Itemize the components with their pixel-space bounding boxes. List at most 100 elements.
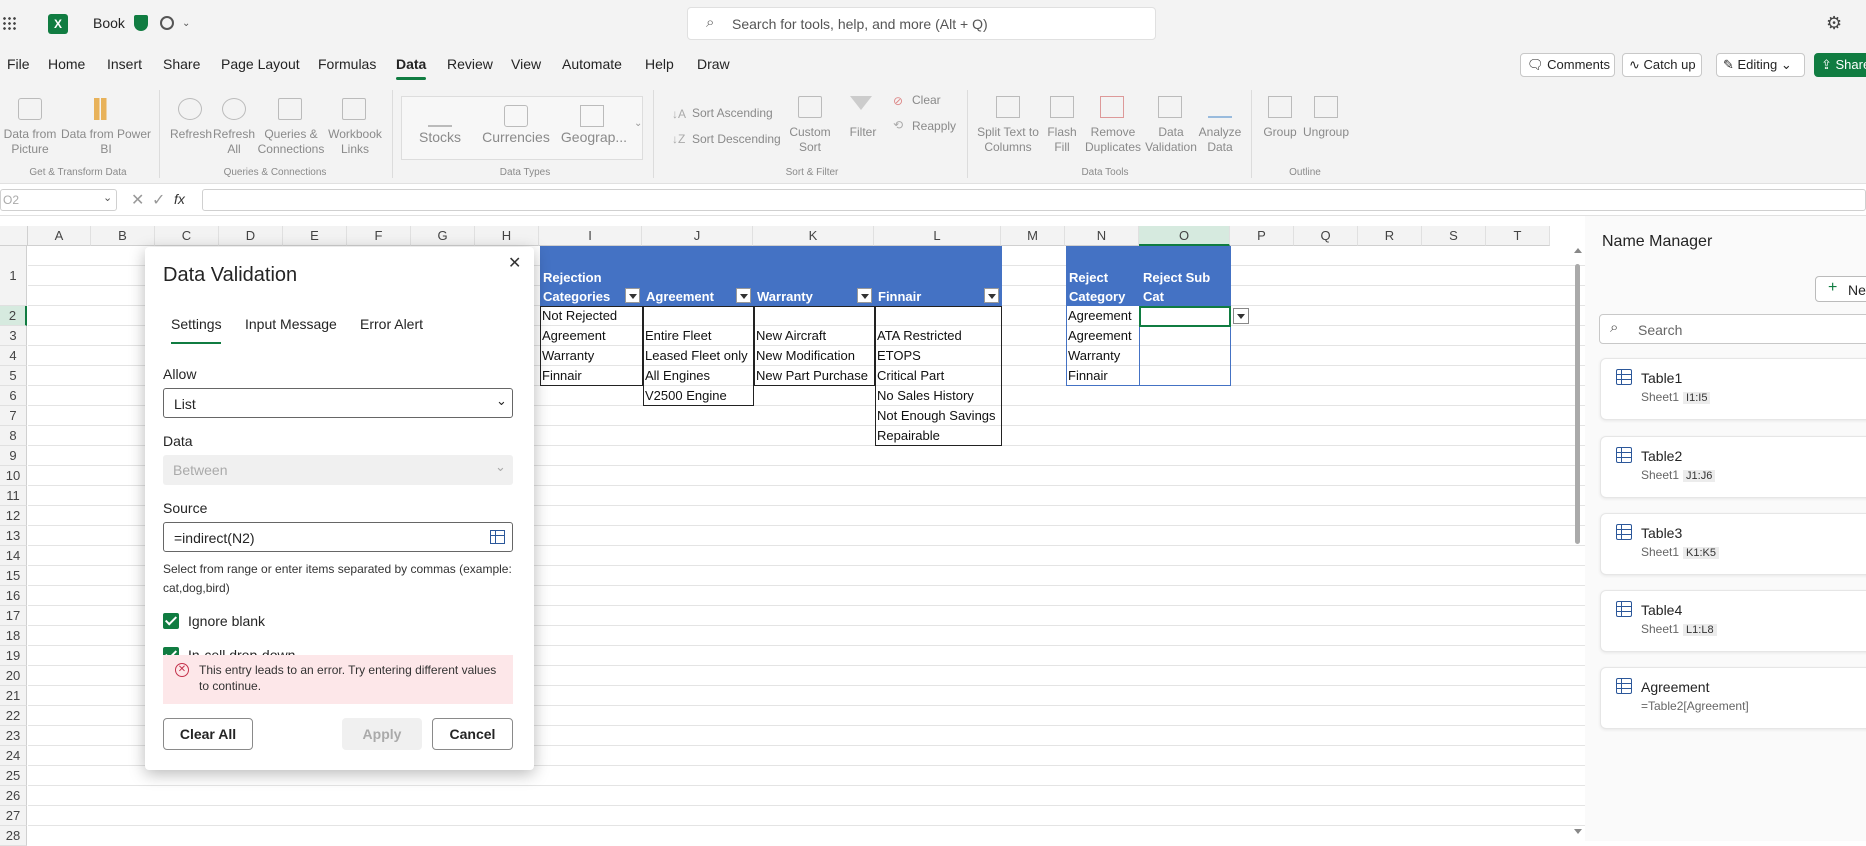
menu-page-layout[interactable]: Page Layout — [221, 56, 300, 72]
cell-k2[interactable] — [753, 306, 874, 326]
menu-file[interactable]: File — [7, 56, 30, 72]
vertical-scrollbar[interactable] — [1573, 246, 1583, 841]
row-header-25[interactable]: 25 — [0, 766, 27, 786]
clear-filter-button[interactable]: Clear — [912, 93, 941, 108]
column-header-q[interactable]: Q — [1294, 226, 1358, 246]
gallery-expand-chevron-icon[interactable]: ⌄ — [634, 118, 642, 129]
row-header-4[interactable]: 4 — [0, 346, 27, 366]
menu-formulas[interactable]: Formulas — [318, 56, 376, 72]
menu-draw[interactable]: Draw — [697, 56, 730, 72]
menu-home[interactable]: Home — [48, 56, 85, 72]
row-header-13[interactable]: 13 — [0, 526, 27, 546]
chevron-down-icon[interactable]: ⌄ — [182, 18, 190, 29]
cell-l7[interactable]: Not Enough Savings — [874, 406, 1001, 426]
scrollbar-thumb[interactable] — [1575, 264, 1580, 544]
row-header-12[interactable]: 12 — [0, 506, 27, 526]
cell-j4[interactable]: Leased Fleet only — [642, 346, 753, 366]
ignore-blank-checkbox[interactable] — [163, 613, 179, 629]
column-header-m[interactable]: M — [1001, 226, 1065, 246]
column-header-h[interactable]: H — [475, 226, 539, 246]
data-from-power-bi-button[interactable]: Data from Power BI — [58, 127, 154, 157]
sort-ascending-button[interactable]: Sort Ascending — [692, 106, 773, 121]
name-item-table2[interactable]: Table2 Sheet1 J1:J6 — [1600, 436, 1866, 498]
scroll-up-arrow-icon[interactable] — [1574, 248, 1582, 253]
row-header-8[interactable]: 8 — [0, 426, 27, 446]
column-header-t[interactable]: T — [1486, 226, 1550, 246]
cell-l8[interactable]: Repairable — [874, 426, 1001, 446]
enter-check-icon[interactable]: ✓ — [152, 190, 165, 210]
row-header-16[interactable]: 16 — [0, 586, 27, 606]
row-header-3[interactable]: 3 — [0, 326, 27, 346]
cell-l5[interactable]: Critical Part — [874, 366, 1001, 386]
tab-settings[interactable]: Settings — [171, 316, 222, 332]
row-header-28[interactable]: 28 — [0, 826, 27, 846]
apply-button[interactable]: Apply — [342, 718, 422, 750]
source-input[interactable]: =indirect(N2) — [163, 522, 513, 552]
flash-fill-button[interactable]: Flash Fill — [1040, 125, 1084, 155]
cell-j3[interactable]: Entire Fleet — [642, 326, 753, 346]
menu-automate[interactable]: Automate — [562, 56, 622, 72]
cancel-button[interactable]: Cancel — [432, 718, 513, 750]
cell-l2[interactable] — [874, 306, 1001, 326]
stocks-button[interactable]: Stocks — [410, 130, 470, 145]
cell-j2[interactable] — [642, 306, 753, 326]
row-header-26[interactable]: 26 — [0, 786, 27, 806]
column-header-l[interactable]: L — [874, 226, 1001, 246]
row-header-14[interactable]: 14 — [0, 546, 27, 566]
cell-i5[interactable]: Finnair — [539, 366, 642, 386]
catch-up-button[interactable]: ∿ Catch up — [1622, 53, 1702, 77]
row-header-9[interactable]: 9 — [0, 446, 27, 466]
table4-filter-button[interactable] — [984, 288, 999, 303]
column-header-f[interactable]: F — [347, 226, 411, 246]
cell-n4[interactable]: Warranty — [1065, 346, 1139, 366]
column-header-j[interactable]: J — [642, 226, 753, 246]
column-header-a[interactable]: A — [28, 226, 91, 246]
name-item-table1[interactable]: Table1 Sheet1 I1:I5 — [1600, 358, 1866, 420]
cell-n5[interactable]: Finnair — [1065, 366, 1139, 386]
column-header-o[interactable]: O — [1139, 226, 1230, 246]
cell-k4[interactable]: New Modification — [753, 346, 874, 366]
row-header-18[interactable]: 18 — [0, 626, 27, 646]
row-header-7[interactable]: 7 — [0, 406, 27, 426]
row-header-19[interactable]: 19 — [0, 646, 27, 666]
currencies-button[interactable]: Currencies — [478, 130, 554, 145]
cell-j5[interactable]: All Engines — [642, 366, 753, 386]
row-header-21[interactable]: 21 — [0, 686, 27, 706]
cell-l6[interactable]: No Sales History — [874, 386, 1001, 406]
row-header-6[interactable]: 6 — [0, 386, 27, 406]
data-validation-button[interactable]: Data Validation — [1144, 125, 1198, 155]
name-item-table3[interactable]: Table3 Sheet1 K1:K5 — [1600, 513, 1866, 575]
table1-filter-button[interactable] — [625, 288, 640, 303]
row-header-22[interactable]: 22 — [0, 706, 27, 726]
cell-j6[interactable]: V2500 Engine — [642, 386, 753, 406]
name-item-agreement[interactable]: Agreement =Table2[Agreement] — [1600, 667, 1866, 729]
column-header-d[interactable]: D — [219, 226, 283, 246]
table3-filter-button[interactable] — [857, 288, 872, 303]
analyze-data-button[interactable]: Analyze Data — [1194, 125, 1246, 155]
column-header-g[interactable]: G — [411, 226, 475, 246]
row-header-2[interactable]: 2 — [0, 306, 27, 326]
column-header-s[interactable]: S — [1422, 226, 1486, 246]
reapply-button[interactable]: Reapply — [912, 119, 956, 134]
cell-k3[interactable]: New Aircraft — [753, 326, 874, 346]
tab-input-message[interactable]: Input Message — [245, 316, 337, 332]
ungroup-button[interactable]: Ungroup — [1298, 125, 1354, 140]
select-all-corner[interactable] — [0, 226, 28, 246]
queries-connections-button[interactable]: Queries & Connections — [256, 127, 326, 157]
name-box[interactable]: O2 ⌄ — [0, 189, 117, 211]
column-header-b[interactable]: B — [91, 226, 155, 246]
name-item-table4[interactable]: Table4 Sheet1 L1:L8 — [1600, 590, 1866, 652]
insert-function-icon[interactable]: fx — [174, 191, 185, 207]
formula-input[interactable] — [202, 189, 1866, 211]
row-header-17[interactable]: 17 — [0, 606, 27, 626]
workbook-links-button[interactable]: Workbook Links — [324, 127, 386, 157]
document-title[interactable]: Book — [93, 15, 125, 31]
clear-all-button[interactable]: Clear All — [163, 718, 253, 750]
cancel-x-icon[interactable]: ✕ — [131, 190, 144, 210]
row-header-15[interactable]: 15 — [0, 566, 27, 586]
custom-sort-button[interactable]: Custom Sort — [782, 125, 838, 155]
app-launcher-icon[interactable] — [2, 16, 16, 30]
row-header-27[interactable]: 27 — [0, 806, 27, 826]
cell-dropdown-button[interactable] — [1233, 308, 1249, 324]
menu-review[interactable]: Review — [447, 56, 493, 72]
